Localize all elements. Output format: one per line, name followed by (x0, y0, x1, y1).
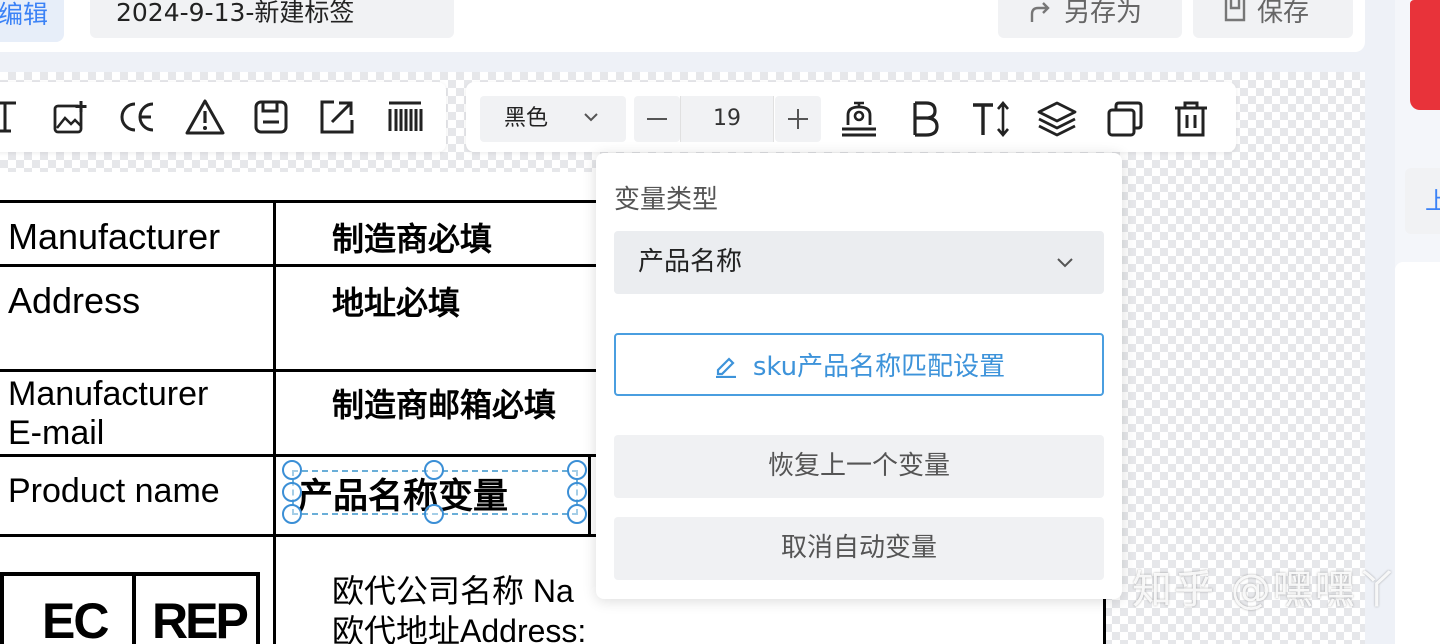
product-name-label: Product name (8, 472, 220, 510)
resize-handle[interactable] (424, 460, 444, 480)
save-label: 保存 (1257, 0, 1310, 28)
font-size-input[interactable]: 19 (680, 96, 774, 142)
variable-popup: 变量类型 产品名称 sku产品名称匹配设置 恢复上一个变量 取消自动变量 (596, 153, 1122, 599)
resize-handle[interactable] (567, 460, 587, 480)
barcode-icon[interactable] (384, 96, 426, 138)
save-as-label: 另存为 (1064, 0, 1143, 28)
ec-rep-divider (132, 576, 136, 644)
watermark: 知乎 @嘿嘿丫 (1132, 567, 1399, 613)
plus-icon (788, 109, 808, 129)
chevron-down-icon (584, 113, 598, 122)
email-label-line1: Manufacturer (8, 375, 209, 413)
side-panel-button[interactable]: 上 (1405, 168, 1440, 234)
chevron-down-icon (1057, 258, 1073, 268)
color-select[interactable]: 黑色 (480, 96, 626, 142)
resize-handle[interactable] (424, 504, 444, 524)
text-height-icon[interactable] (970, 98, 1012, 140)
resize-handle[interactable] (282, 482, 302, 502)
resize-handle[interactable] (567, 482, 587, 502)
resize-handle[interactable] (567, 504, 587, 524)
sticker-icon (1410, 0, 1440, 110)
save-as-button[interactable]: 另存为 (998, 0, 1182, 38)
email-value[interactable]: 制造商邮箱必填 (332, 380, 556, 426)
save-icon (1224, 0, 1246, 22)
document-icon[interactable] (250, 96, 292, 138)
side-panel-card (1395, 262, 1440, 644)
bold-icon[interactable] (904, 98, 946, 140)
minus-icon (647, 118, 667, 120)
ce-mark-icon[interactable] (116, 96, 158, 138)
eu-rep-address[interactable]: 欧代地址Address: (332, 606, 586, 644)
font-size-increase-button[interactable] (775, 96, 821, 142)
resize-handle[interactable] (282, 504, 302, 524)
font-size-decrease-button[interactable] (634, 96, 680, 142)
share-icon (1030, 2, 1050, 22)
table-border (0, 454, 600, 457)
sku-match-settings-label: sku产品名称匹配设置 (752, 352, 1006, 382)
text-tool-icon[interactable] (0, 96, 28, 138)
edit-button[interactable]: 编辑 (0, 0, 64, 42)
color-select-value: 黑色 (504, 106, 549, 131)
variable-type-value: 产品名称 (638, 247, 743, 277)
sku-match-settings-button[interactable]: sku产品名称匹配设置 (614, 333, 1104, 396)
variable-type-select[interactable]: 产品名称 (614, 231, 1104, 294)
variable-type-title: 变量类型 (614, 185, 719, 215)
email-label-line2: E-mail (8, 414, 105, 452)
top-bar: 编辑 2024-9-13-新建标签 另存为 保存 (0, 0, 1365, 52)
table-border (0, 200, 600, 203)
restore-variable-button[interactable]: 恢复上一个变量 (614, 435, 1104, 498)
resize-handle[interactable] (282, 460, 302, 480)
ec-text: EC (42, 593, 109, 644)
save-button[interactable]: 保存 (1193, 0, 1353, 38)
export-icon[interactable] (316, 96, 358, 138)
stamp-icon[interactable] (838, 98, 880, 140)
pencil-icon (715, 356, 736, 378)
rep-text: REP (152, 593, 249, 644)
address-label: Address (8, 280, 141, 321)
table-border (0, 264, 600, 267)
address-value[interactable]: 地址必填 (332, 278, 460, 324)
document-title-field[interactable]: 2024-9-13-新建标签 (90, 0, 454, 38)
table-border (588, 454, 591, 536)
cancel-auto-variable-button[interactable]: 取消自动变量 (614, 517, 1104, 580)
table-border (0, 534, 600, 537)
table-border (0, 369, 600, 372)
duplicate-icon[interactable] (1104, 98, 1146, 140)
table-border (273, 200, 276, 644)
manufacturer-label: Manufacturer (8, 216, 221, 257)
layers-icon[interactable] (1036, 98, 1078, 140)
add-image-icon[interactable] (50, 96, 92, 138)
ec-rep-symbol[interactable]: EC REP (0, 572, 260, 644)
delete-icon[interactable] (1170, 98, 1212, 140)
warning-triangle-icon[interactable] (184, 96, 226, 138)
manufacturer-value[interactable]: 制造商必填 (332, 214, 492, 260)
insert-toolbar (0, 82, 446, 152)
